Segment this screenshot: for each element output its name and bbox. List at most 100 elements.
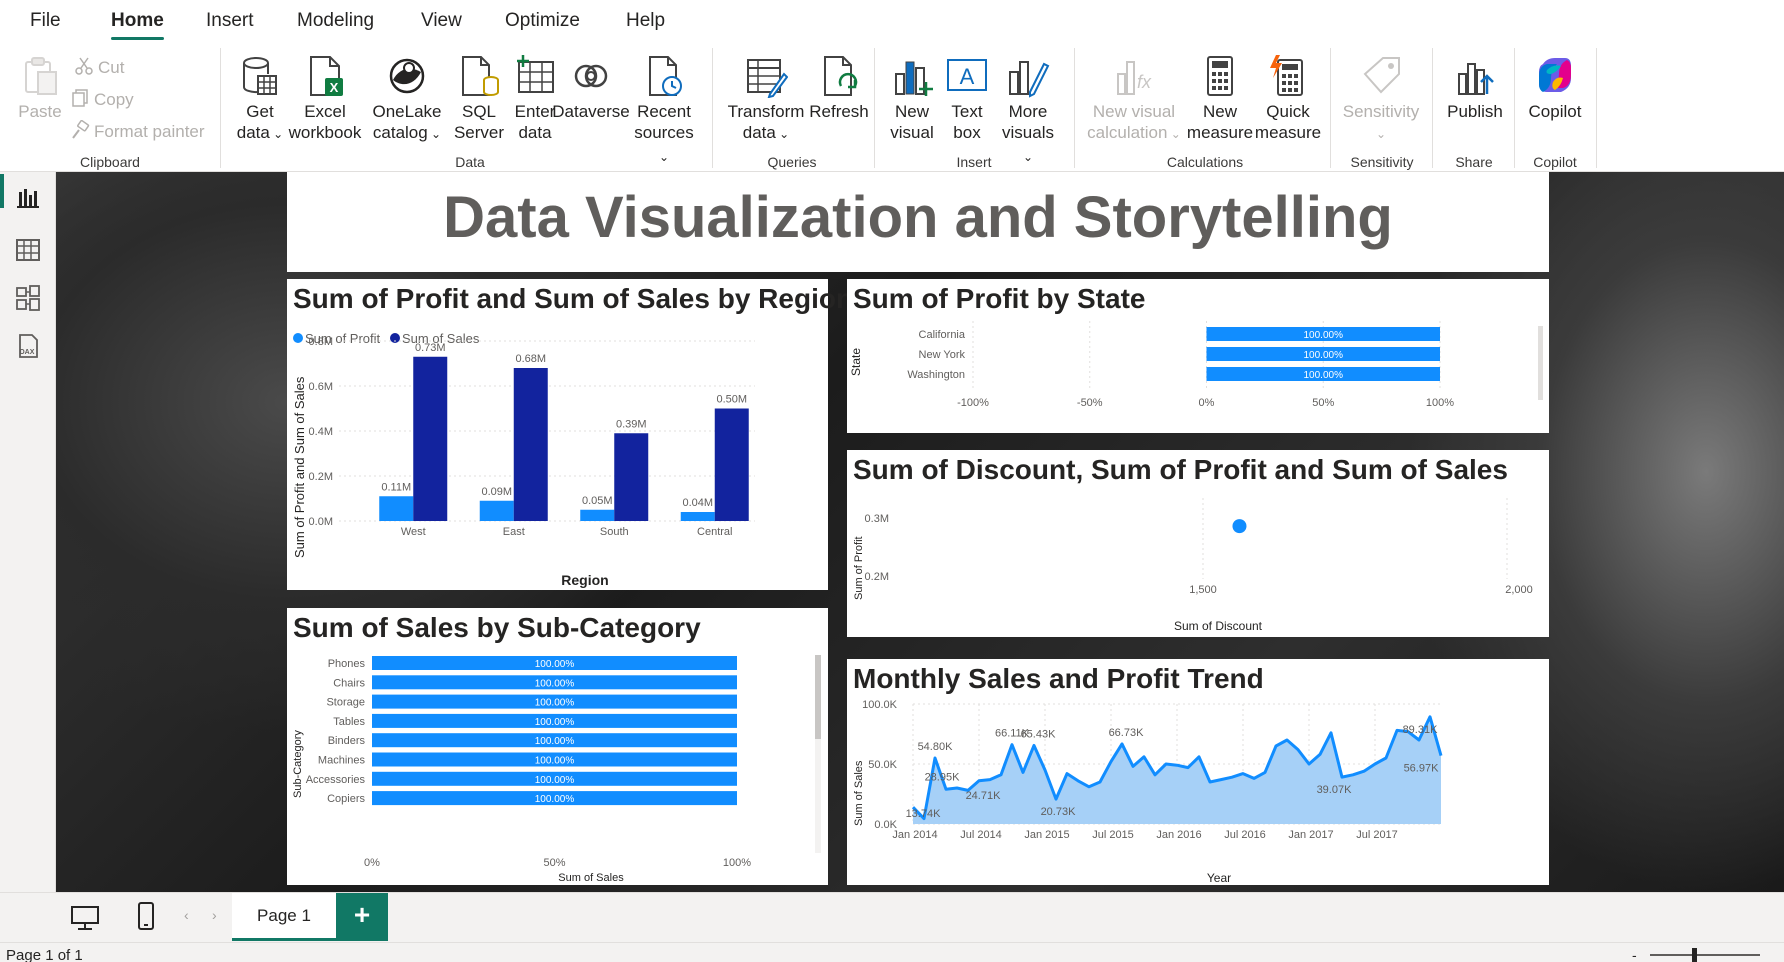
sales-bar <box>513 368 548 521</box>
new-measure-label-2: measure <box>1186 123 1254 142</box>
menu-bar: File Home Insert Modeling View Optimize … <box>0 0 1784 40</box>
active-view-indicator <box>0 174 4 208</box>
more-visuals-button[interactable]: More visuals ⌄ <box>996 54 1060 168</box>
subcategory-chart-card[interactable]: Sum of Sales by Sub-Category Sub-Categor… <box>287 608 828 885</box>
x-tick-label: 50% <box>1312 397 1334 409</box>
cut-button[interactable]: Cut <box>74 56 124 78</box>
region-xlabel: Region <box>561 572 608 588</box>
copy-button[interactable]: Copy <box>70 88 134 110</box>
transform-data-button[interactable]: Transform data ⌄ <box>726 54 806 145</box>
prev-page-arrow-icon[interactable]: ‹ <box>184 907 189 923</box>
copilot-group-label: Copilot <box>1533 154 1577 170</box>
region-chart-card[interactable]: Sum of Profit and Sum of Sales by Region… <box>287 279 853 590</box>
region-ylabel: Sum of Profit and Sum of Sales <box>292 376 307 558</box>
quick-measure-label-1: Quick <box>1266 102 1310 121</box>
new-visual-button[interactable]: New visual <box>886 54 938 143</box>
y-tick-label: Machines <box>318 755 366 767</box>
publish-label: Publish <box>1447 102 1503 121</box>
publish-button[interactable]: Publish <box>1440 54 1510 122</box>
dax-query-view-icon[interactable]: DAX <box>14 332 42 360</box>
report-title-card[interactable]: Data Visualization and Storytelling <box>287 172 1549 272</box>
enter-data-label-1: Enter <box>514 102 556 121</box>
new-visual-icon <box>895 61 933 96</box>
add-page-button[interactable]: + <box>336 893 388 941</box>
menu-view[interactable]: View <box>421 10 462 32</box>
sensitivity-button[interactable]: Sensitivity ⌄ <box>1340 54 1422 145</box>
get-data-button[interactable]: Get data ⌄ <box>234 54 286 145</box>
menu-file[interactable]: File <box>30 10 61 32</box>
subcategory-scroll-thumb[interactable] <box>815 655 821 739</box>
dataverse-button[interactable]: Dataverse <box>552 54 630 122</box>
desktop-layout-icon[interactable] <box>70 905 100 931</box>
bar-label: 100.00% <box>535 775 575 786</box>
zoom-slider[interactable] <box>1650 954 1760 956</box>
state-chart-card[interactable]: Sum of Profit by State State -100% -50% 0%… <box>847 279 1549 433</box>
point-label: 56.97K <box>1404 763 1440 775</box>
bar-label: 100.00% <box>535 698 575 709</box>
sql-server-button[interactable]: SQL Server <box>450 54 508 143</box>
paste-button[interactable]: Paste <box>14 54 66 122</box>
table-view-icon[interactable] <box>14 236 42 264</box>
mobile-layout-icon[interactable] <box>136 901 156 931</box>
copy-icon <box>72 89 88 107</box>
y-tick-label: New York <box>919 349 966 361</box>
separator <box>1514 48 1515 168</box>
powerbi-window: File Home Insert Modeling View Optimize … <box>0 0 1784 962</box>
format-painter-button[interactable]: Format painter <box>70 120 205 142</box>
svg-text:DAX: DAX <box>20 349 35 356</box>
refresh-button[interactable]: Refresh <box>806 54 872 122</box>
get-data-label-1: Get <box>246 102 274 121</box>
subcategory-plot: 0% 50% 100% Phones 100.00% Chairs 100.00% Stora… <box>306 656 751 869</box>
bar-label: 100.00% <box>535 659 575 670</box>
scatter-plot: 0.2M 0.3M 1,500 2,000 <box>865 498 1533 596</box>
text-box-button[interactable]: A Text box <box>942 54 992 143</box>
trend-chart-card[interactable]: Monthly Sales and Profit Trend Sum of Sa… <box>847 659 1549 885</box>
page-tab-1[interactable]: Page 1 <box>232 893 336 941</box>
transform-label-2: data <box>742 123 776 142</box>
point-label: 54.80K <box>918 741 954 753</box>
menu-modeling[interactable]: Modeling <box>297 10 374 32</box>
scatter-ylabel: Sum of Profit <box>853 536 865 600</box>
menu-help[interactable]: Help <box>626 10 665 32</box>
new-visual-calculation-button[interactable]: fx New visual calculation ⌄ <box>1086 54 1182 145</box>
recent-sources-button[interactable]: Recent sources ⌄ <box>628 54 700 168</box>
text-box-label-2: box <box>953 123 981 142</box>
bar-label: 100.00% <box>1304 350 1344 361</box>
dataverse-icon <box>574 64 608 88</box>
svg-text:X: X <box>330 80 339 95</box>
menu-insert[interactable]: Insert <box>206 10 254 32</box>
database-icon <box>243 57 277 95</box>
x-tick-label: Jul 2017 <box>1356 829 1398 841</box>
state-scrollbar[interactable] <box>1538 326 1543 400</box>
zoom-slider-thumb[interactable] <box>1692 948 1697 962</box>
menu-home[interactable]: Home <box>111 10 164 32</box>
onelake-catalog-button[interactable]: OneLake catalog ⌄ <box>364 54 450 145</box>
y-tick-label: Tables <box>333 716 365 728</box>
sensitivity-label-icon <box>1363 57 1400 94</box>
menu-optimize[interactable]: Optimize <box>505 10 580 32</box>
scatter-chart-card[interactable]: Sum of Discount, Sum of Profit and Sum o… <box>847 450 1549 637</box>
publish-icon <box>1458 63 1494 95</box>
calculations-group-label: Calculations <box>1166 154 1244 170</box>
y-tick-label: California <box>919 329 966 341</box>
bar-label: 100.00% <box>535 794 575 805</box>
report-view-icon[interactable] <box>14 184 42 212</box>
x-tick-label: West <box>401 526 426 538</box>
next-page-arrow-icon[interactable]: › <box>212 907 217 923</box>
zoom-out-icon[interactable]: - <box>1632 947 1637 962</box>
copilot-button[interactable]: Copilot <box>1522 54 1588 122</box>
y-tick-label: 0.2M <box>309 471 333 483</box>
profit-bar <box>379 496 414 521</box>
separator <box>220 48 221 168</box>
brush-icon <box>72 120 90 139</box>
x-tick-label: Jul 2016 <box>1224 829 1266 841</box>
x-tick-label: South <box>600 526 629 538</box>
quick-measure-button[interactable]: Quick measure <box>1252 54 1324 143</box>
y-tick-label: Phones <box>328 658 366 670</box>
x-tick-label: 100% <box>1426 397 1454 409</box>
new-measure-button[interactable]: New measure <box>1184 54 1256 143</box>
separator <box>1596 48 1597 168</box>
excel-workbook-button[interactable]: X Excel workbook <box>286 54 364 143</box>
excel-icon: X <box>310 56 343 96</box>
model-view-icon[interactable] <box>14 284 42 312</box>
